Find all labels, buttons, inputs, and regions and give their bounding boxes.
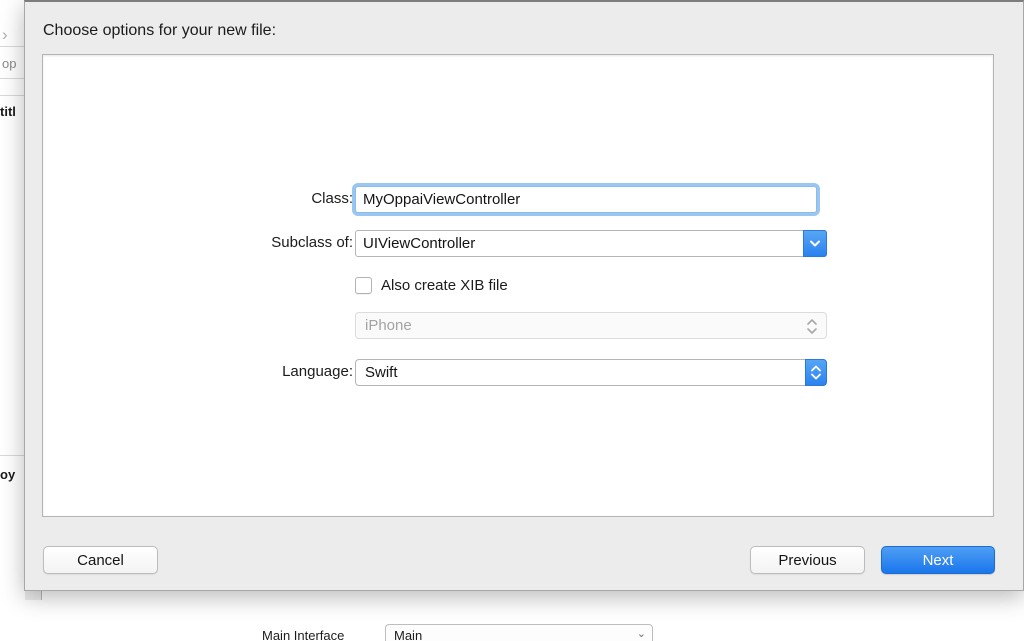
form-row-class: Class: MyOppaiViewController [43, 186, 995, 216]
background-bottom-bar: Main Interface Main ⌄ [0, 601, 1024, 641]
background-text-fragment: titl [0, 104, 16, 119]
chevron-updown-icon [806, 317, 818, 336]
chevron-updown-icon [811, 365, 821, 380]
background-divider [0, 95, 25, 96]
xib-checkbox-row[interactable]: Also create XIB file [355, 274, 508, 296]
options-form: Class: MyOppaiViewController Subclass of… [43, 55, 995, 518]
language-label: Language: [282, 363, 353, 380]
background-text-fragment: op [2, 56, 17, 71]
class-input-value: MyOppaiViewController [363, 191, 521, 208]
subclass-combobox[interactable]: UIViewController [355, 230, 827, 257]
subclass-dropdown-button[interactable] [803, 230, 827, 257]
cancel-button[interactable]: Cancel [43, 546, 158, 574]
xib-checkbox-label: Also create XIB file [381, 276, 508, 294]
language-popup-value: Swift [365, 364, 398, 381]
main-interface-value: Main [394, 628, 423, 641]
xib-checkbox[interactable] [355, 276, 372, 294]
sheet-title: Choose options for your new file: [43, 22, 277, 39]
subclass-label: Subclass of: [271, 234, 353, 251]
class-input[interactable]: MyOppaiViewController [355, 186, 817, 213]
device-popup: iPhone [355, 312, 827, 339]
background-divider [0, 78, 25, 79]
main-interface-label: Main Interface [262, 628, 345, 641]
class-label: Class: [311, 190, 353, 207]
chevron-down-icon: ⌄ [636, 628, 646, 640]
subclass-value: UIViewController [363, 235, 476, 252]
background-divider [0, 455, 25, 456]
background-sidebar [0, 0, 26, 600]
language-popup[interactable]: Swift [355, 359, 827, 386]
chevron-right-icon: › [2, 25, 8, 44]
language-stepper-button[interactable] [805, 359, 827, 386]
chevron-down-icon [810, 240, 820, 247]
new-file-options-sheet: Choose options for your new file: Class:… [24, 0, 1024, 591]
form-row-device: iPhone [43, 312, 995, 342]
next-button[interactable]: Next [881, 546, 995, 574]
main-interface-combobox[interactable]: Main ⌄ [385, 624, 653, 641]
form-row-language: Language: Swift [43, 359, 995, 389]
options-panel: Class: MyOppaiViewController Subclass of… [42, 54, 994, 517]
background-divider [0, 46, 25, 47]
background-text-fragment: oy [0, 467, 16, 482]
device-popup-value: iPhone [365, 317, 412, 334]
form-row-subclass: Subclass of: UIViewController [43, 230, 995, 260]
previous-button[interactable]: Previous [750, 546, 865, 574]
form-row-xib: Also create XIB file [43, 274, 995, 304]
screenshot-root: › op titl oy Main Interface Main ⌄ Choos… [0, 0, 1024, 641]
